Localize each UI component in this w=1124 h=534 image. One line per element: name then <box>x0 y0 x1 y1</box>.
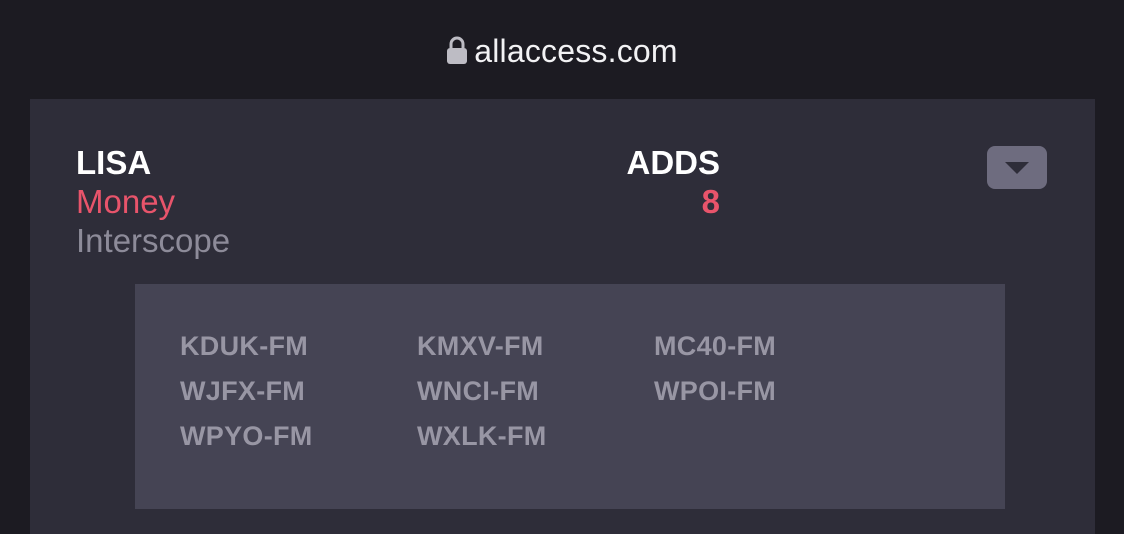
triangle-down-icon <box>1005 161 1029 174</box>
station-item: WJFX-FM <box>180 376 306 406</box>
station-list: KDUK-FM KMXV-FM MC40-FM WJFX-FM WNCI-FM … <box>180 324 891 459</box>
address-bar[interactable]: allaccess.com <box>0 0 1124 100</box>
record-label: Interscope <box>76 222 231 259</box>
station-item: KDUK-FM <box>180 331 309 361</box>
artist-name: LISA <box>76 144 152 181</box>
station-item: WNCI-FM <box>417 376 540 406</box>
lock-icon <box>446 35 468 65</box>
stations-panel: KDUK-FM KMXV-FM MC40-FM WJFX-FM WNCI-FM … <box>135 284 1005 509</box>
collapse-toggle-button[interactable] <box>987 146 1047 189</box>
station-item: KMXV-FM <box>417 331 544 361</box>
song-card: LISA Money Interscope ADDS 8 KDUK-FM KMX… <box>30 99 1095 534</box>
adds-count: 8 <box>701 183 720 220</box>
station-item: WPYO-FM <box>180 421 313 451</box>
song-title[interactable]: Money <box>76 182 175 222</box>
station-item: WPOI-FM <box>654 376 777 406</box>
url-text: allaccess.com <box>474 32 678 69</box>
address-bar-content: allaccess.com <box>446 33 678 70</box>
station-item: MC40-FM <box>654 331 777 361</box>
station-item: WXLK-FM <box>417 421 547 451</box>
adds-heading: ADDS <box>626 144 720 181</box>
